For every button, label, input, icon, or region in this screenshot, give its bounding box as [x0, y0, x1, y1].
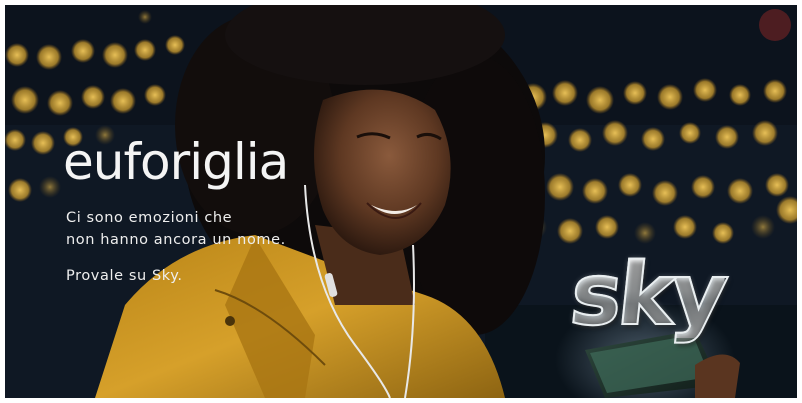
body-line-1: Ci sono emozioni che — [66, 210, 233, 226]
body-line-2: non hanno ancora un nome. — [66, 232, 286, 248]
call-to-action: Provale su Sky. — [66, 268, 183, 284]
sky-logo: sky — [565, 244, 761, 362]
headline: euforiglia — [63, 133, 289, 191]
sky-advertisement: euforiglia Ci sono emozioni che non hann… — [5, 5, 797, 398]
sky-logo-wordmark: sky — [565, 244, 730, 346]
